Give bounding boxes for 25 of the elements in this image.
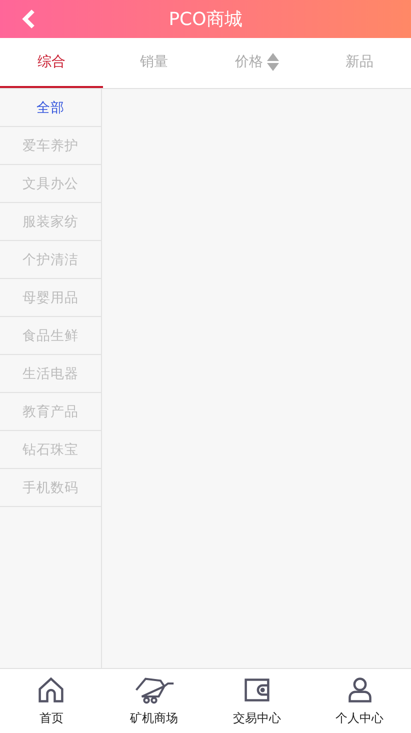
nav-item[interactable]: 个人中心 [308, 669, 411, 733]
category-item[interactable]: 文具办公 [0, 165, 101, 203]
category-item[interactable]: 服装家纺 [0, 203, 101, 241]
sort-tab[interactable]: 销量 [102, 38, 206, 88]
category-item[interactable]: 个护清洁 [0, 241, 101, 279]
sort-icon [266, 53, 279, 71]
wallet-icon [242, 676, 272, 704]
category-item[interactable]: 教育产品 [0, 393, 101, 431]
category-item[interactable]: 钻石珠宝 [0, 431, 101, 469]
category-item[interactable]: 爱车养护 [0, 127, 101, 165]
nav-item[interactable]: 矿机商场 [102, 669, 206, 733]
nav-item[interactable]: 交易中心 [206, 669, 308, 733]
category-item[interactable]: 母婴用品 [0, 279, 101, 317]
sort-tab[interactable]: 新品 [308, 38, 411, 88]
category-item[interactable]: 全部 [0, 89, 101, 127]
back-icon[interactable] [22, 9, 36, 29]
cart-icon [133, 676, 176, 704]
category-item[interactable]: 手机数码 [0, 469, 101, 507]
category-item[interactable]: 食品生鲜 [0, 317, 101, 355]
category-item[interactable]: 生活电器 [0, 355, 101, 393]
page-title: PCO商城 [168, 8, 242, 31]
sort-tab[interactable]: 综合 [0, 38, 103, 88]
sort-tab[interactable]: 价格 [206, 38, 308, 88]
home-icon [36, 676, 66, 704]
nav-item[interactable]: 首页 [0, 669, 103, 733]
